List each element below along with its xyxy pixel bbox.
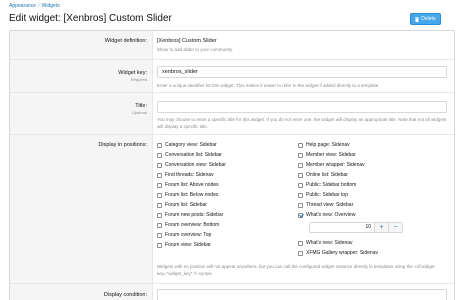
checkbox-label: Forum list: Sidebar [165,202,207,208]
position-checkbox[interactable]: Help page: Sidenav [298,142,350,148]
checkbox-box[interactable] [298,250,303,256]
checkbox-label: Public: Sidebar top [306,192,348,198]
widget-form-panel: Widget definition: [Xenbros] Custom Slid… [9,30,455,300]
key-required-label: Required [130,77,147,82]
definition-hint: Show to add slider to your community. [157,47,233,52]
position-checkbox[interactable]: Online list: Sidebar [298,172,348,178]
checkbox-box[interactable] [157,192,162,198]
checkbox-label: Member view: Sidebar [306,152,356,158]
trash-icon [415,16,420,22]
checkbox-box[interactable] [298,202,303,208]
key-hint: Enter a unique identifier for this widge… [157,83,380,88]
checkbox-label: Forum overview: Bottom [165,222,220,228]
position-checkbox[interactable]: Forum overview: Bottom [157,222,219,228]
position-checkbox[interactable]: Category view: Sidebar [157,142,217,148]
position-checkbox[interactable]: Find threads: Sidenav [157,172,214,178]
checkbox-box[interactable] [298,240,303,246]
checkbox-label: Member wrapper: Sidenav [306,162,365,168]
checkbox-box[interactable] [298,172,303,178]
position-checkbox[interactable]: Public: Sidebar top [298,192,348,198]
condition-label: Display condition: [103,292,147,298]
breadcrumb: Appearance › Widgets [9,3,60,9]
checkbox-label: Category view: Sidebar [165,142,217,148]
checkbox-box-checked[interactable] [298,212,303,218]
checkbox-box[interactable] [298,162,303,168]
checkbox-label: Online list: Sidebar [306,172,348,178]
page-title: Edit widget: [Xenbros] Custom Slider [9,13,172,24]
position-checkbox[interactable]: Forum list: Above nodes [157,182,219,188]
checkbox-label: Public: Sidebar bottom [306,182,357,188]
position-checkbox[interactable]: XFMG Gallery wrapper: Sidenav [298,250,378,256]
title-optional-label: Optional [132,110,147,115]
definition-label: Widget definition: [104,38,147,44]
checkbox-label: Conversation list: Sidebar [165,152,222,158]
checkbox-label: Help page: Sidenav [306,142,350,148]
display-order-value[interactable]: 10 [310,223,374,232]
positions-hint: Widgets with no position will not appear… [157,264,435,276]
display-order-stepper[interactable]: 10 + − [309,222,403,233]
title-input[interactable] [157,101,447,113]
position-checkbox[interactable]: Forum new posts: Sidebar [157,212,223,218]
position-checkbox[interactable]: Member view: Sidebar [298,152,356,158]
breadcrumb-item-appearance[interactable]: Appearance [9,3,36,9]
title-hint: You may choose to enter a specific title… [157,117,447,129]
checkbox-label: What's new: Sidenav [306,240,353,246]
breadcrumb-separator: › [37,3,40,9]
divider [10,59,454,60]
checkbox-label: Forum view: Sidebar [165,242,211,248]
checkbox-box[interactable] [157,152,162,158]
divider [10,283,454,284]
divider [10,134,454,135]
position-checkbox[interactable]: Forum overview: Top [157,232,211,238]
breadcrumb-item-widgets[interactable]: Widgets [42,3,60,9]
checkbox-box[interactable] [157,182,162,188]
increment-button[interactable]: + [374,223,388,232]
checkbox-box[interactable] [157,242,162,248]
checkbox-label: Forum list: Above nodes [165,182,219,188]
checkbox-box[interactable] [157,202,162,208]
checkbox-box[interactable] [298,192,303,198]
checkbox-box[interactable] [157,172,162,178]
checkbox-label: What's new: Overview [306,212,356,218]
checkbox-box[interactable] [157,142,162,148]
key-label: Widget key: [118,70,147,76]
checkbox-box[interactable] [298,152,303,158]
checkbox-label: Find threads: Sidenav [165,172,214,178]
display-condition-input[interactable] [157,289,447,300]
widget-key-input[interactable] [157,66,447,78]
divider [10,92,454,93]
position-checkbox-whats-new-overview[interactable]: What's new: Overview [298,212,355,218]
definition-value: [Xenbros] Custom Slider [157,38,217,44]
checkbox-box[interactable] [157,212,162,218]
position-checkbox[interactable]: Forum view: Sidebar [157,242,211,248]
delete-button[interactable]: Delete [410,13,441,25]
position-checkbox[interactable]: Public: Sidebar bottom [298,182,356,188]
checkbox-label: Conversation view: Sidebar [165,162,226,168]
position-checkbox[interactable]: Forum list: Sidebar [157,202,207,208]
checkbox-box[interactable] [298,142,303,148]
delete-button-label: Delete [421,16,436,22]
position-checkbox[interactable]: Member wrapper: Sidenav [298,162,365,168]
checkbox-label: Forum overview: Top [165,232,212,238]
checkbox-label: Forum new posts: Sidebar [165,212,224,218]
checkbox-label: Forum list: Below nodes [165,192,219,198]
position-checkbox[interactable]: Conversation list: Sidebar [157,152,222,158]
title-label: Title: [135,103,147,109]
checkbox-box[interactable] [157,162,162,168]
checkbox-label: Thread view: Sidebar [306,202,354,208]
checkbox-box[interactable] [298,182,303,188]
checkbox-box[interactable] [157,222,162,228]
decrement-button[interactable]: − [388,223,402,232]
position-checkbox[interactable]: Thread view: Sidebar [298,202,353,208]
positions-label: Display in positions: [98,142,147,148]
checkbox-label: XFMG Gallery wrapper: Sidenav [306,250,378,256]
position-checkbox[interactable]: What's new: Sidenav [298,240,353,246]
position-checkbox[interactable]: Forum list: Below nodes [157,192,218,198]
position-checkbox[interactable]: Conversation view: Sidebar [157,162,226,168]
checkbox-box[interactable] [157,232,162,238]
